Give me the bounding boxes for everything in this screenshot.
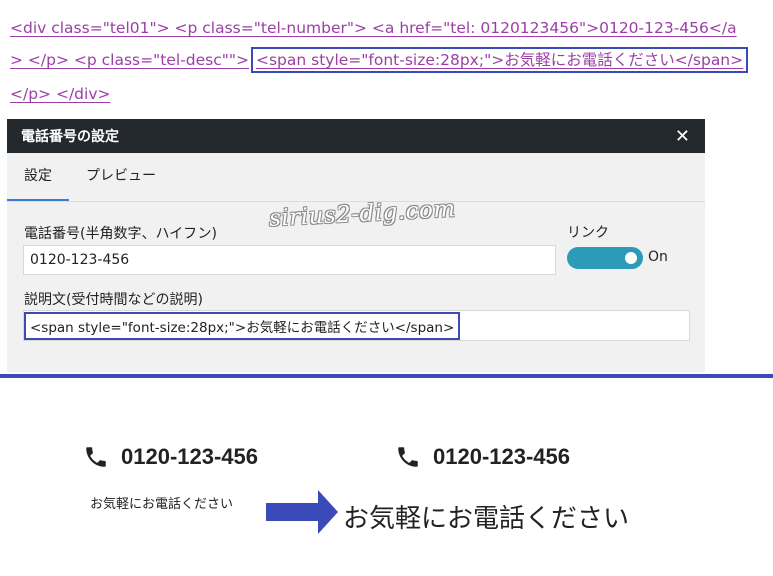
- close-icon[interactable]: ✕: [675, 126, 690, 147]
- dialog-title: 電話番号の設定: [21, 129, 119, 145]
- toggle-knob: [625, 252, 637, 264]
- code-highlight-box: <span style="font-size:28px;">お気軽にお電話くださ…: [250, 47, 749, 73]
- after-description: お気軽にお電話ください: [343, 504, 630, 534]
- phone-icon: [398, 447, 418, 467]
- before-description: お気軽にお電話ください: [90, 497, 234, 512]
- code-line-1: <div class="tel01"> <p class="tel-number…: [10, 19, 737, 37]
- description-input[interactable]: <span style="font-size:28px;">お気軽にお電話くださ…: [23, 310, 690, 341]
- code-line-2: > </p> <p class="tel-desc""> <span style=…: [10, 44, 749, 76]
- before-phone-number: 0120-123-456: [121, 444, 259, 469]
- phone-settings-dialog: 電話番号の設定 ✕ 設定 プレビュー sirius2-dig.com 電話番号(…: [7, 119, 705, 372]
- link-toggle[interactable]: [567, 247, 643, 269]
- after-phone-number: 0120-123-456: [433, 444, 571, 469]
- tab-preview[interactable]: プレビュー: [69, 153, 173, 199]
- arrow-right-icon: [266, 490, 338, 534]
- toggle-state-label: On: [648, 249, 668, 265]
- preview-after-number: 0120-123-456: [395, 444, 570, 470]
- phone-icon: [86, 447, 106, 467]
- preview-before-number: 0120-123-456: [83, 444, 258, 470]
- description-label: 説明文(受付時間などの説明): [24, 292, 203, 308]
- phone-input-value: 0120-123-456: [30, 252, 130, 268]
- tab-settings[interactable]: 設定: [7, 153, 69, 201]
- link-label: リンク: [567, 225, 609, 241]
- phone-input[interactable]: 0120-123-456: [23, 245, 556, 275]
- code-line-3: </p> </div>: [10, 85, 111, 103]
- section-divider: [0, 374, 773, 378]
- dialog-titlebar: 電話番号の設定 ✕: [7, 119, 705, 153]
- dialog-tabs: 設定 プレビュー: [7, 153, 705, 202]
- phone-label: 電話番号(半角数字、ハイフン): [24, 226, 217, 242]
- code-line-2-prefix: > </p> <p class="tel-desc"">: [10, 51, 249, 69]
- description-highlight-box: <span style="font-size:28px;">お気軽にお電話くださ…: [24, 311, 461, 340]
